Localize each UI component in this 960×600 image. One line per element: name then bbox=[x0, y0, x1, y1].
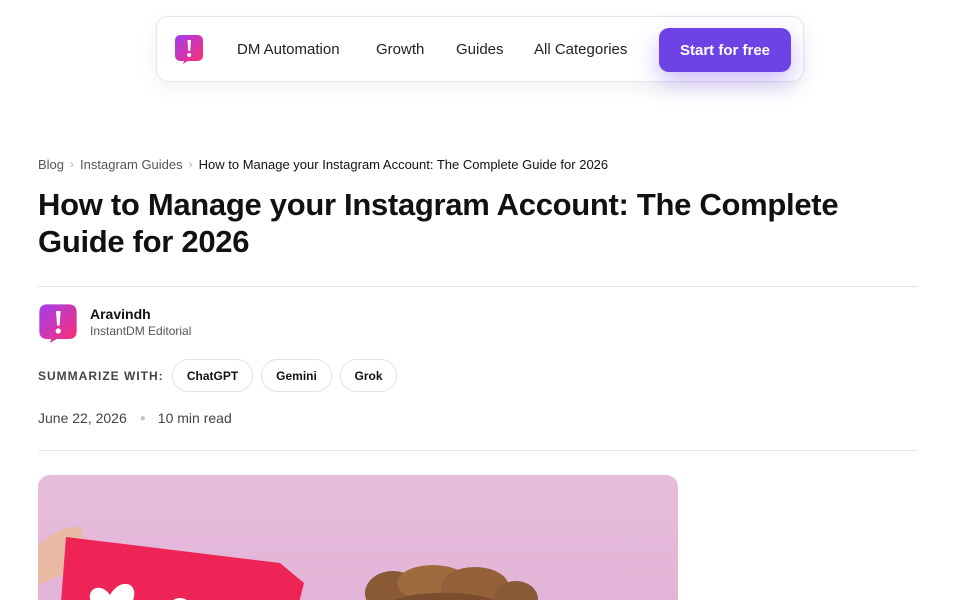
author-name[interactable]: Aravindh bbox=[90, 306, 151, 322]
breadcrumb: Blog › Instagram Guides › How to Manage … bbox=[38, 155, 608, 173]
article-meta: June 22, 2026 ● 10 min read bbox=[38, 410, 232, 426]
summarize-chatgpt-button[interactable]: ChatGPT bbox=[172, 359, 253, 392]
start-for-free-button[interactable]: Start for free bbox=[659, 28, 791, 72]
breadcrumb-instagram-guides[interactable]: Instagram Guides bbox=[80, 157, 183, 172]
article-title: How to Manage your Instagram Account: Th… bbox=[38, 187, 839, 259]
author-avatar[interactable] bbox=[38, 303, 78, 343]
top-nav: DM Automation Growth Guides All Categori… bbox=[156, 16, 804, 82]
nav-link-guides[interactable]: Guides bbox=[456, 41, 504, 59]
read-time: 10 min read bbox=[157, 410, 232, 426]
chevron-right-icon: › bbox=[70, 157, 75, 171]
breadcrumb-blog[interactable]: Blog bbox=[38, 157, 64, 172]
instagram-hero-photo bbox=[38, 526, 538, 600]
nav-link-growth[interactable]: Growth bbox=[376, 41, 424, 59]
chevron-right-icon: › bbox=[188, 157, 193, 171]
summarize-label: SUMMARIZE WITH: bbox=[38, 369, 164, 383]
brand-logo-icon[interactable] bbox=[174, 34, 204, 64]
summarize-grok-button[interactable]: Grok bbox=[340, 359, 397, 392]
author-role: InstantDM Editorial bbox=[90, 324, 192, 338]
hero-image bbox=[38, 475, 678, 600]
separator-dot: ● bbox=[139, 412, 146, 424]
divider bbox=[38, 450, 918, 451]
nav-link-dm-automation[interactable]: DM Automation bbox=[237, 41, 340, 59]
summarize-gemini-button[interactable]: Gemini bbox=[261, 359, 332, 392]
breadcrumb-current: How to Manage your Instagram Account: Th… bbox=[198, 156, 609, 172]
publish-date: June 22, 2026 bbox=[38, 410, 127, 426]
nav-link-all-categories[interactable]: All Categories bbox=[534, 41, 627, 59]
divider bbox=[38, 286, 918, 287]
